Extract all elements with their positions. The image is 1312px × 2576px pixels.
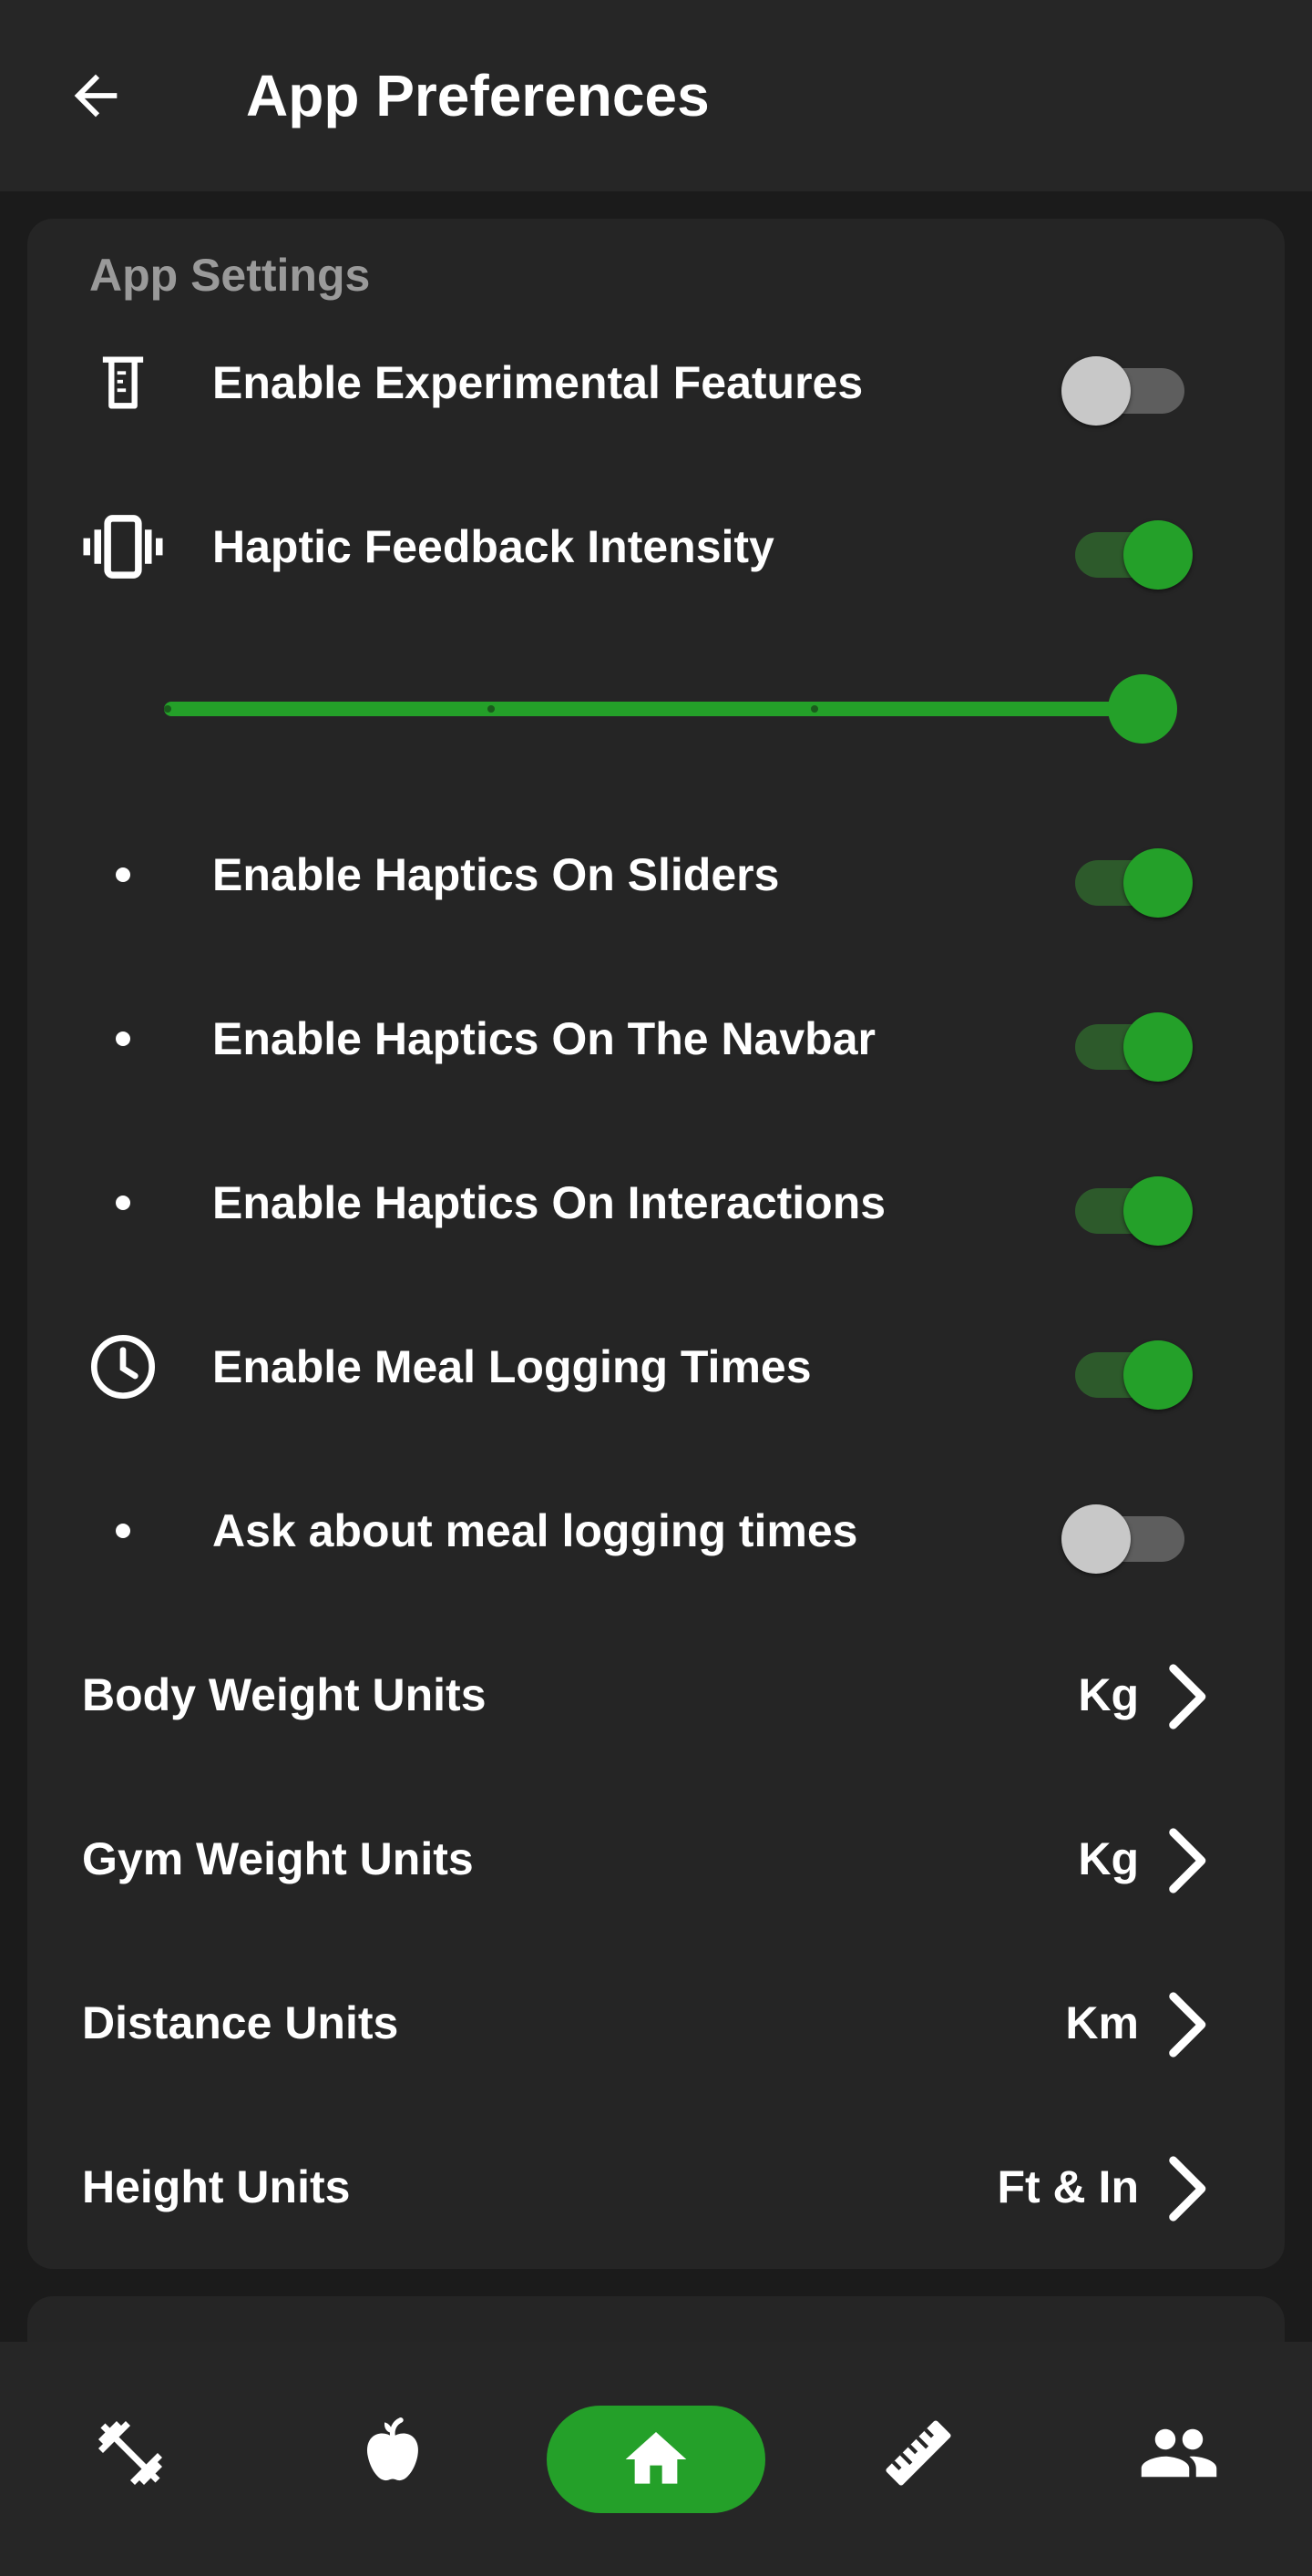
slider-thumb[interactable] <box>1108 674 1177 744</box>
vibration-icon <box>82 512 164 581</box>
setting-row-haptics-interactions[interactable]: Enable Haptics On Interactions <box>27 1148 1285 1257</box>
setting-row-haptics-navbar[interactable]: Enable Haptics On The Navbar <box>27 984 1285 1093</box>
back-button[interactable] <box>55 59 137 132</box>
nav-measurements-button[interactable] <box>859 2398 978 2508</box>
setting-row-body-weight-units[interactable]: Body Weight Units Kg <box>27 1640 1285 1750</box>
chevron-right-icon <box>1157 2152 1221 2225</box>
ask-meal-times-toggle[interactable] <box>1061 1494 1189 1574</box>
haptics-navbar-toggle[interactable] <box>1061 1002 1193 1082</box>
top-app-bar: App Preferences <box>0 0 1312 191</box>
haptics-sliders-toggle[interactable] <box>1061 838 1193 918</box>
experimental-features-toggle[interactable] <box>1061 346 1189 426</box>
setting-row-gym-weight-units[interactable]: Gym Weight Units Kg <box>27 1804 1285 1914</box>
setting-label: Enable Haptics On Interactions <box>212 1177 887 1228</box>
bottom-navigation-bar <box>0 2342 1312 2576</box>
nav-nutrition-button[interactable] <box>333 2398 452 2508</box>
setting-value: Kg <box>1078 1833 1139 1884</box>
apple-icon <box>367 2417 418 2481</box>
chevron-right-icon <box>1157 1660 1221 1733</box>
bullet-point <box>116 1196 130 1210</box>
dumbbell-icon <box>98 2421 162 2485</box>
setting-row-ask-meal-times[interactable]: Ask about meal logging times <box>27 1476 1285 1586</box>
setting-label: Enable Haptics On The Navbar <box>212 1013 876 1064</box>
setting-label: Enable Experimental Features <box>212 357 864 408</box>
page-title: App Preferences <box>246 63 710 128</box>
setting-label: Haptic Feedback Intensity <box>212 521 774 572</box>
slider-tick <box>811 705 818 713</box>
setting-row-height-units[interactable]: Height Units Ft & In <box>27 2132 1285 2242</box>
section-title: App Settings <box>89 250 371 301</box>
arrow-back-icon <box>74 74 118 118</box>
setting-label: Ask about meal logging times <box>212 1505 858 1556</box>
haptic-feedback-toggle[interactable] <box>1061 510 1193 590</box>
chevron-right-icon <box>1157 1988 1221 2061</box>
people-icon <box>1141 2428 1217 2478</box>
bullet-point <box>116 867 130 882</box>
setting-value: Ft & In <box>997 2161 1139 2212</box>
meal-logging-times-toggle[interactable] <box>1061 1330 1193 1410</box>
haptics-interactions-toggle[interactable] <box>1061 1166 1193 1246</box>
slider-track <box>164 702 1141 716</box>
home-icon <box>625 2432 687 2484</box>
setting-value: Kg <box>1078 1669 1139 1720</box>
setting-label: Enable Haptics On Sliders <box>212 849 780 900</box>
nav-home-button[interactable] <box>547 2406 765 2513</box>
ruler-icon <box>886 2420 951 2486</box>
setting-label: Enable Meal Logging Times <box>212 1341 812 1392</box>
haptic-intensity-slider[interactable] <box>164 672 1177 745</box>
setting-label: Body Weight Units <box>82 1669 487 1720</box>
setting-row-distance-units[interactable]: Distance Units Km <box>27 1968 1285 2078</box>
nav-social-button[interactable] <box>1120 2398 1238 2508</box>
bullet-point <box>116 1031 130 1046</box>
setting-label: Height Units <box>82 2161 351 2212</box>
setting-row-haptic-feedback[interactable]: Haptic Feedback Intensity <box>27 492 1285 601</box>
setting-label: Distance Units <box>82 1997 399 2048</box>
setting-value: Km <box>1065 1997 1139 2048</box>
setting-row-experimental[interactable]: Enable Experimental Features <box>27 328 1285 437</box>
setting-row-haptics-sliders[interactable]: Enable Haptics On Sliders <box>27 820 1285 929</box>
setting-row-meal-logging-times[interactable]: Enable Meal Logging Times <box>27 1312 1285 1421</box>
beaker-icon <box>82 348 164 417</box>
bullet-point <box>116 1524 130 1538</box>
slider-tick <box>164 705 171 713</box>
clock-icon <box>82 1332 164 1401</box>
chevron-right-icon <box>1157 1824 1221 1897</box>
slider-tick <box>487 705 495 713</box>
nav-workouts-button[interactable] <box>71 2398 190 2508</box>
setting-label: Gym Weight Units <box>82 1833 474 1884</box>
